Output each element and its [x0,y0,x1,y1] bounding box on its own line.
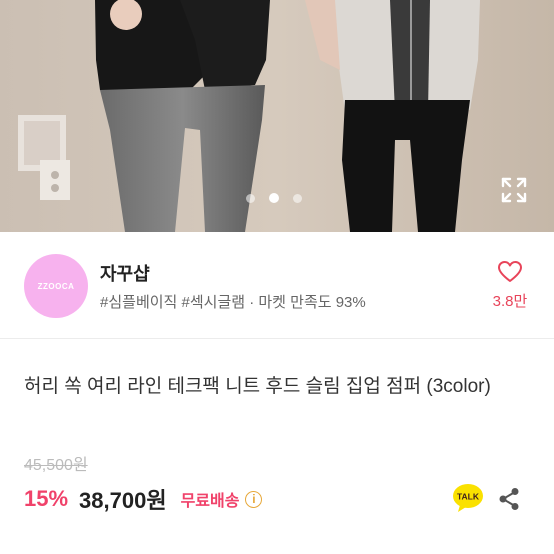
carousel-dot[interactable] [293,193,302,203]
expand-icon[interactable] [500,176,528,204]
shop-avatar[interactable]: ZZOOCA [24,254,88,318]
heart-icon[interactable] [497,259,523,285]
free-shipping-label: 무료배송 [180,493,240,510]
product-image[interactable] [0,0,554,232]
product-title: 허리 쏙 여리 라인 테크팩 니트 후드 슬림 집업 점퍼 (3color) [24,376,491,397]
sale-price: 38,700원 [79,488,167,513]
talk-label: TALK [457,492,480,502]
share-icon[interactable] [496,486,522,512]
original-price: 45,500원 [24,457,88,474]
info-icon[interactable]: i [245,490,263,508]
carousel-indicator [246,193,302,203]
shop-avatar-text: ZZOOCA [37,281,75,291]
price-row: 15% 38,700원 무료배송 i [24,484,263,514]
kakao-talk-icon[interactable]: TALK [452,483,484,513]
shop-info[interactable]: ZZOOCA 자꾸샵 #심플베이직 #섹시글램 · 마켓 만족도 93% 3.8… [0,232,554,339]
carousel-dot[interactable] [246,193,255,203]
discount-rate: 15% [24,486,69,511]
like-count: 3.8만 [492,293,528,310]
shop-tags: #심플베이직 #섹시글램 · 마켓 만족도 93% [100,294,366,311]
shop-name[interactable]: 자꾸샵 [100,260,150,286]
carousel-dot-active[interactable] [269,193,279,203]
